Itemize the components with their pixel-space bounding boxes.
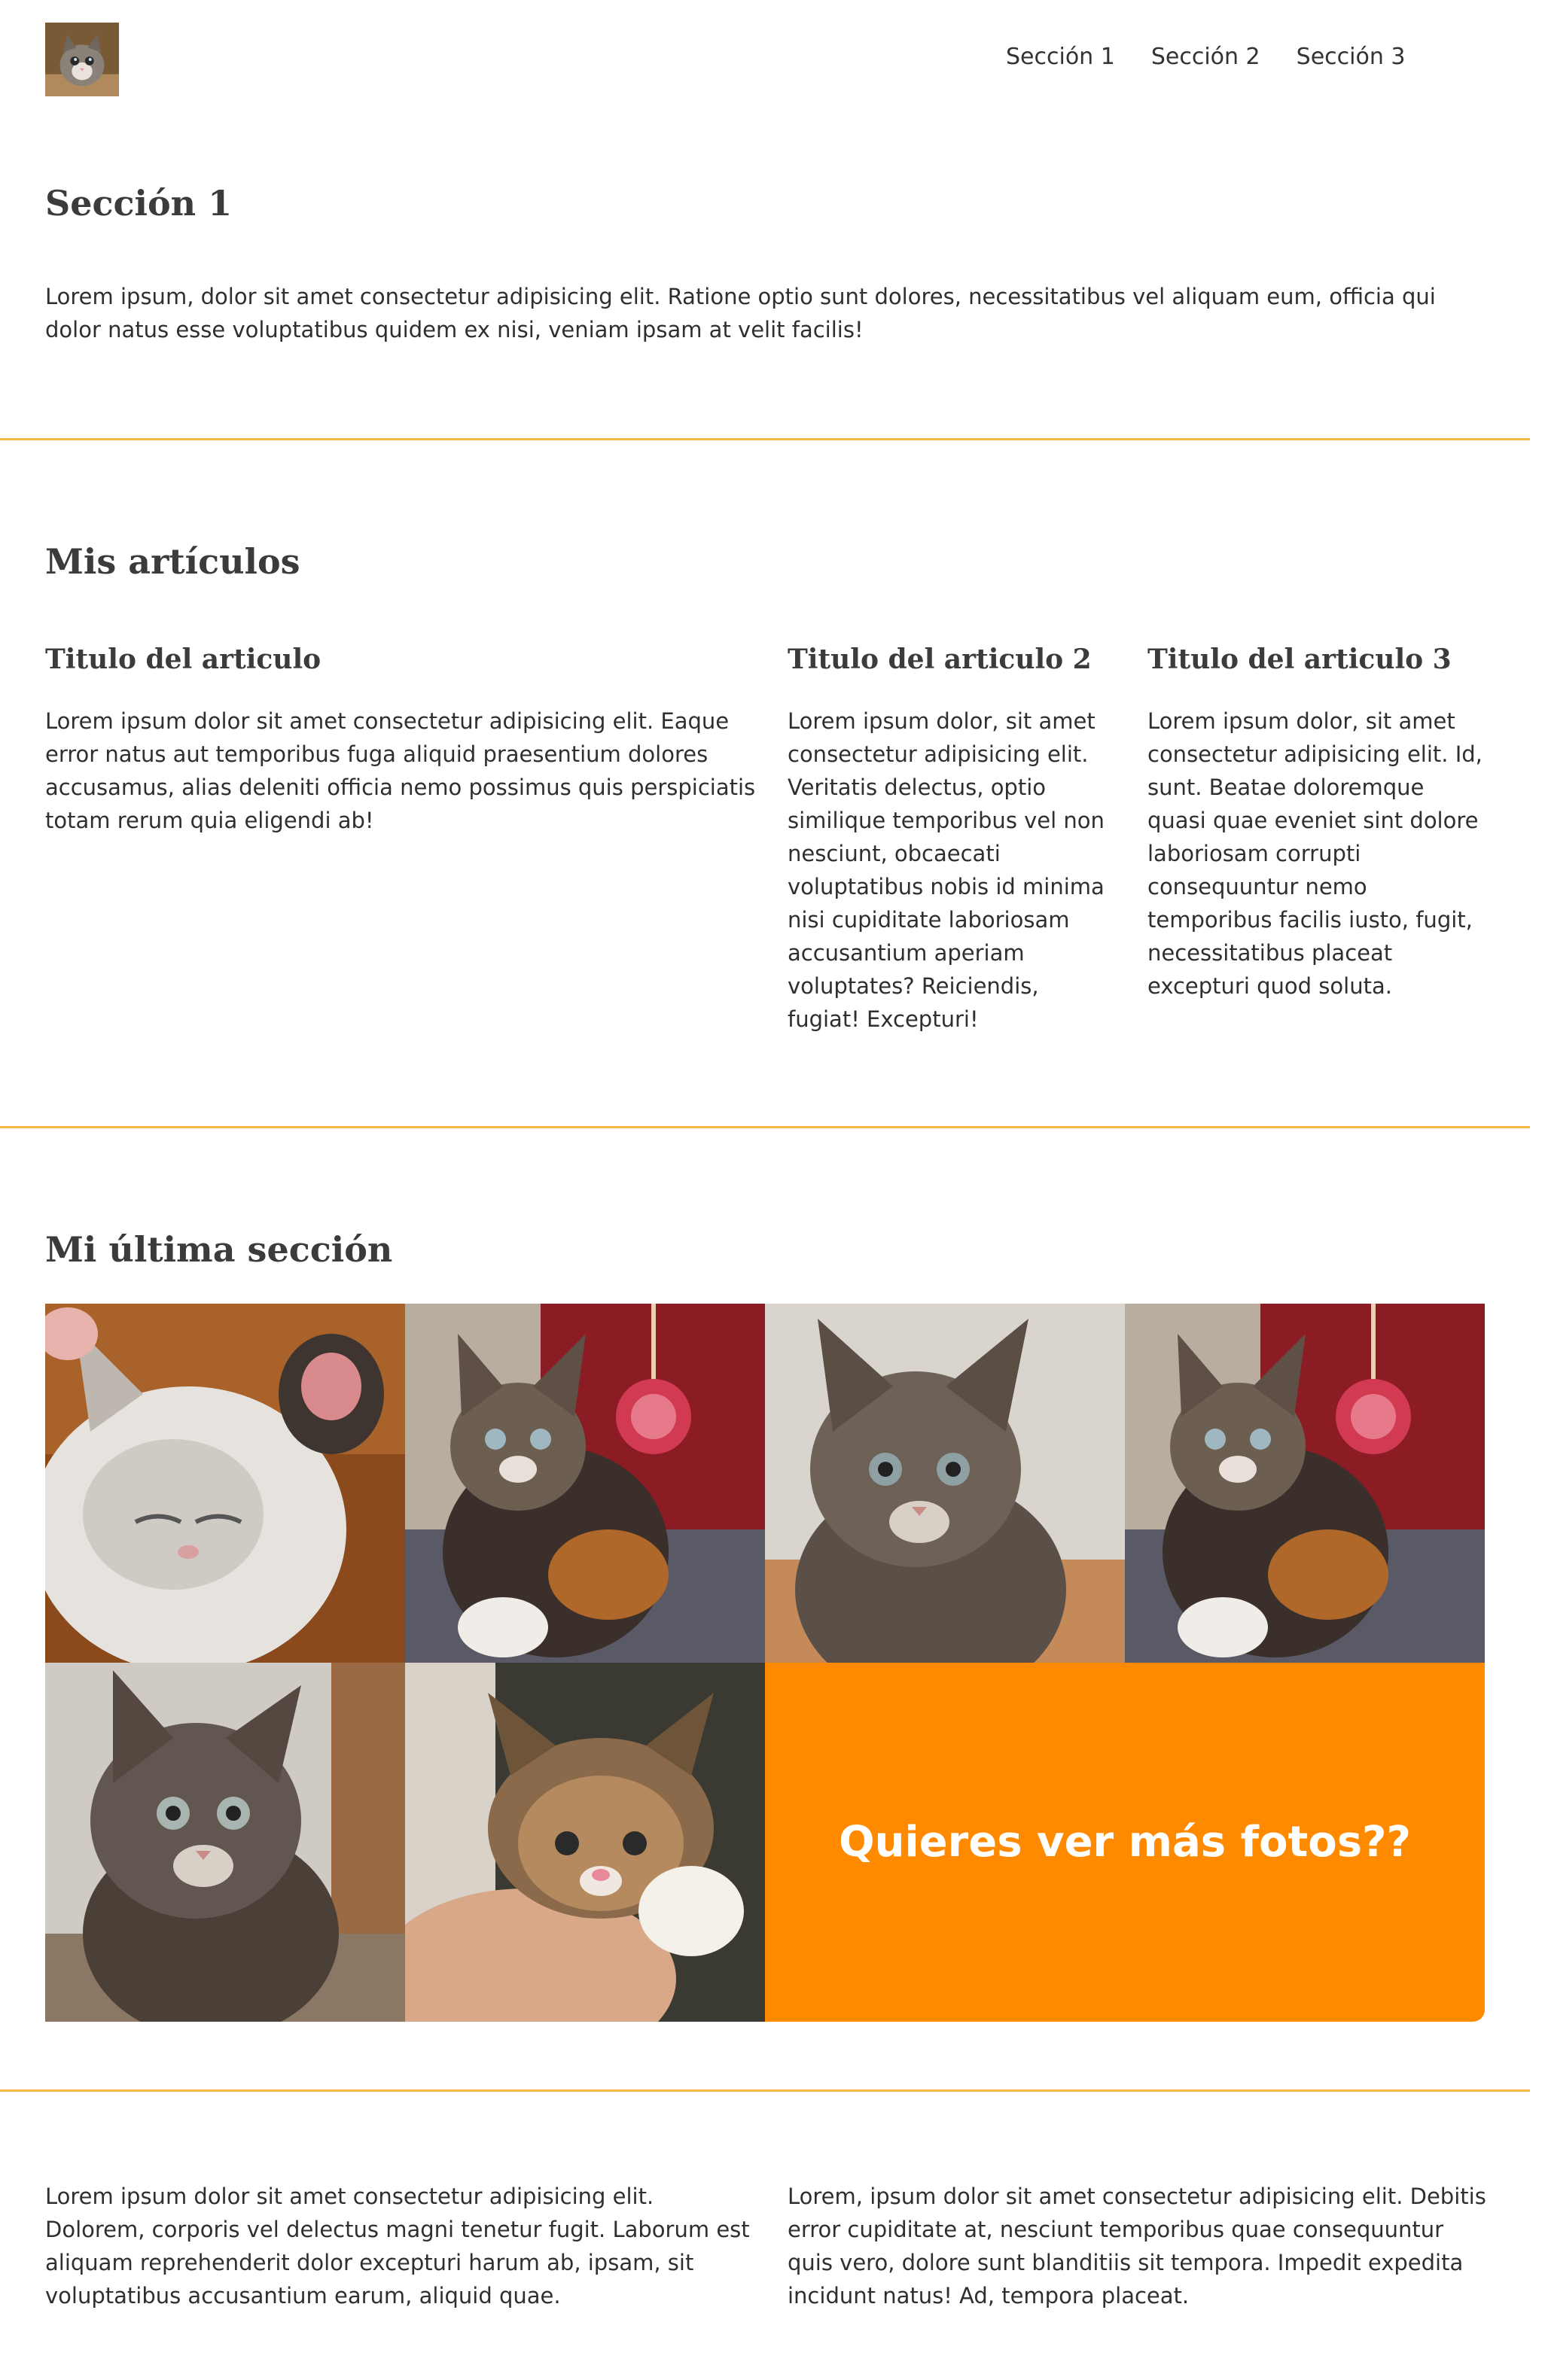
gallery-photo-5[interactable] [45,1663,405,2022]
section1-title: Sección 1 [45,183,233,224]
article-text: Lorem ipsum dolor, sit amet consectetur … [1147,708,1483,999]
section1-text: Lorem ipsum, dolor sit amet consectetur … [45,284,1436,342]
site-header: Sección 1 Sección 2 Sección 3 [0,0,1542,120]
gallery-photo-2[interactable] [405,1304,765,1663]
kitten-photo-image [45,1304,405,1663]
more-photos-label: Quieres ver más fotos?? [838,1818,1412,1867]
article-card-2: Titulo del articulo 2 Lorem ipsum dolor,… [788,641,1111,1036]
gallery-photo-6[interactable] [405,1663,765,2022]
section-divider [0,2089,1530,2092]
article-text: Lorem ipsum dolor, sit amet consectetur … [788,708,1105,1032]
footer-text-right: Lorem, ipsum dolor sit amet consectetur … [788,2184,1486,2308]
article-title: Titulo del articulo [45,644,322,675]
section-divider [0,438,1530,440]
article-title: Titulo del articulo 3 [1147,644,1452,675]
gallery-photo-4[interactable] [1125,1304,1485,1663]
kitten-photo-image [45,1663,405,2022]
nav-item-seccion-1[interactable]: Sección 1 [1006,42,1115,72]
article-card-3: Titulo del articulo 3 Lorem ipsum dolor,… [1147,641,1486,1003]
gallery-photo-1[interactable] [45,1304,405,1663]
more-photos-button[interactable]: Quieres ver más fotos?? [765,1663,1485,2022]
kitten-photo-image [405,1304,765,1663]
article-text: Lorem ipsum dolor sit amet consectetur a… [45,708,756,833]
gallery-photo-3[interactable] [765,1304,1125,1663]
section-divider [0,1126,1530,1128]
kitten-logo-image [45,23,119,96]
photo-gallery: Quieres ver más fotos?? [45,1304,1485,2022]
footer-text-left: Lorem ipsum dolor sit amet consectetur a… [45,2184,750,2308]
nav-item-seccion-2[interactable]: Sección 2 [1151,42,1260,72]
kitten-photo-image [1125,1304,1485,1663]
article-title: Titulo del articulo 2 [788,644,1092,675]
article-card-1: Titulo del articulo Lorem ipsum dolor si… [45,641,768,837]
gallery-title: Mi última sección [45,1229,393,1270]
main-nav: Sección 1 Sección 2 Sección 3 [1006,42,1405,72]
kitten-logo[interactable] [45,23,119,96]
kitten-photo-image [765,1304,1125,1663]
nav-item-seccion-3[interactable]: Sección 3 [1297,42,1406,72]
kitten-photo-image [405,1663,765,2022]
articles-title: Mis artículos [45,541,300,582]
